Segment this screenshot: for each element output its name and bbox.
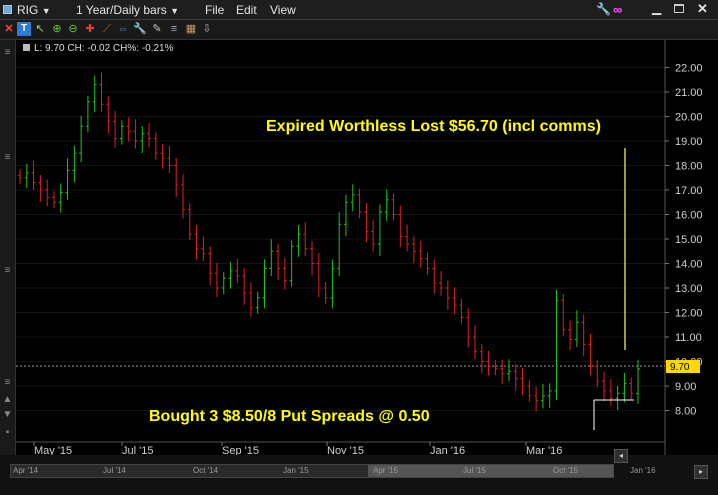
handle-icon[interactable]: ≡ xyxy=(2,377,13,388)
y-tick-label: 22.00 xyxy=(675,63,703,75)
x-tick-label: Nov '15 xyxy=(327,445,364,455)
y-tick-label: 13.00 xyxy=(675,283,703,295)
symbol-label: RIG xyxy=(17,3,39,17)
minimize-icon[interactable]: ▁ xyxy=(652,1,661,15)
chevron-down-icon: ▼ xyxy=(170,6,179,16)
nav-label: Apr '14 xyxy=(13,466,39,475)
time-navigator: Apr '14 Jul '14 Oct '14 Jan '15 Apr '15 … xyxy=(0,449,718,495)
cursor-icon[interactable]: ↖ xyxy=(33,22,47,36)
timeframe-selector[interactable]: 1 Year/Daily bars ▼ xyxy=(76,3,179,17)
nav-label: Oct '15 xyxy=(553,466,579,475)
zoom-out-icon[interactable]: ⊖ xyxy=(66,22,80,36)
symbol-selector[interactable]: RIG ▼ xyxy=(17,3,51,17)
y-tick-label: 14.00 xyxy=(675,259,703,271)
x-tick-label: May '15 xyxy=(34,445,72,455)
menu-view[interactable]: View xyxy=(270,3,296,17)
nav-label: Jul '15 xyxy=(463,466,486,475)
y-tick-label: 15.00 xyxy=(675,234,703,246)
chevron-down-icon: ▼ xyxy=(41,6,51,16)
chart-toolbar: ✕ T ↖ ⊕ ⊖ ✚ ⟋ ⇔ 🔧 ✎ ≡ ▦ ⇩ xyxy=(0,20,718,40)
y-tick-label: 20.00 xyxy=(675,112,703,124)
annotation-bought: Bought 3 $8.50/8 Put Spreads @ 0.50 xyxy=(149,408,430,425)
wrench-icon[interactable]: 🔧 xyxy=(596,2,611,16)
maximize-icon[interactable] xyxy=(674,4,684,13)
link-icon[interactable]: ∞ xyxy=(613,2,622,17)
y-tick-label: 9.00 xyxy=(675,381,696,393)
close-x-icon[interactable]: ✕ xyxy=(2,22,16,36)
annotation-expired: Expired Worthless Lost $56.70 (incl comm… xyxy=(266,118,601,135)
y-tick-label: 11.00 xyxy=(675,332,702,344)
y-tick-label: 18.00 xyxy=(675,161,703,173)
close-icon[interactable]: ✕ xyxy=(697,1,708,17)
measure-icon[interactable]: ⇔ xyxy=(116,22,130,36)
window-icon xyxy=(3,5,12,14)
handle-icon[interactable]: ≡ xyxy=(2,47,13,58)
menu-edit[interactable]: Edit xyxy=(236,3,257,17)
settings-icon[interactable]: 🔧 xyxy=(133,22,147,36)
title-bar: RIG ▼ 1 Year/Daily bars ▼ File Edit View… xyxy=(0,0,718,20)
y-tick-label: 21.00 xyxy=(675,87,703,99)
y-tick-label: 17.00 xyxy=(675,185,703,197)
price-chart[interactable]: 22.00 21.00 20.00 19.00 18.00 17.00 16.00 15.00… xyxy=(16,40,718,455)
layers-icon[interactable]: ≡ xyxy=(167,22,181,36)
nav-label: Jul '14 xyxy=(103,466,126,475)
chart-background xyxy=(16,40,718,455)
x-tick-label: Sep '15 xyxy=(222,445,259,455)
trendline-icon[interactable]: ⟋ xyxy=(100,22,114,36)
crosshair-icon[interactable]: ✚ xyxy=(83,22,97,36)
y-tick-label: 16.00 xyxy=(675,210,703,222)
navigator-track[interactable]: Apr '14 Jul '14 Oct '14 Jan '15 Apr '15 … xyxy=(10,464,614,478)
nav-label: Oct '14 xyxy=(193,466,219,475)
text-tool-icon[interactable]: T xyxy=(17,22,31,36)
scroll-down-icon[interactable]: ▼ xyxy=(2,409,13,420)
nav-label: Jan '15 xyxy=(283,466,309,475)
x-tick-label: Mar '16 xyxy=(526,445,562,455)
nav-label: Jan '16 xyxy=(630,466,656,475)
handle-icon[interactable]: ≡ xyxy=(2,265,13,276)
nav-label: Apr '15 xyxy=(373,466,399,475)
left-toolbar: ≡ ≡ ≡ ≡ ▲ ▼ ▪ xyxy=(0,40,16,455)
x-tick-label: Jul '15 xyxy=(122,445,153,455)
info-marker-icon xyxy=(23,44,30,51)
arrow-down-icon[interactable]: ⇩ xyxy=(200,22,214,36)
menu-file[interactable]: File xyxy=(205,3,224,17)
panel-icon[interactable]: ▪ xyxy=(2,427,13,438)
info-line: L: 9.70 CH: -0.02 CH%: -0.21% xyxy=(34,43,174,54)
y-tick-label: 8.00 xyxy=(675,406,696,418)
scroll-right-icon[interactable]: ▸ xyxy=(694,465,708,479)
y-tick-label: 19.00 xyxy=(675,136,703,148)
scroll-up-icon[interactable]: ▲ xyxy=(2,394,13,405)
scroll-left-icon[interactable]: ◂ xyxy=(614,449,628,463)
y-tick-label: 12.00 xyxy=(675,308,703,320)
price-tag: 9.70 xyxy=(670,362,690,373)
x-tick-label: Jan '16 xyxy=(430,445,465,455)
grid-icon[interactable]: ▦ xyxy=(184,22,198,36)
handle-icon[interactable]: ≡ xyxy=(2,152,13,163)
edit-icon[interactable]: ✎ xyxy=(150,22,164,36)
zoom-in-icon[interactable]: ⊕ xyxy=(50,22,64,36)
timeframe-label: 1 Year/Daily bars xyxy=(76,3,167,17)
